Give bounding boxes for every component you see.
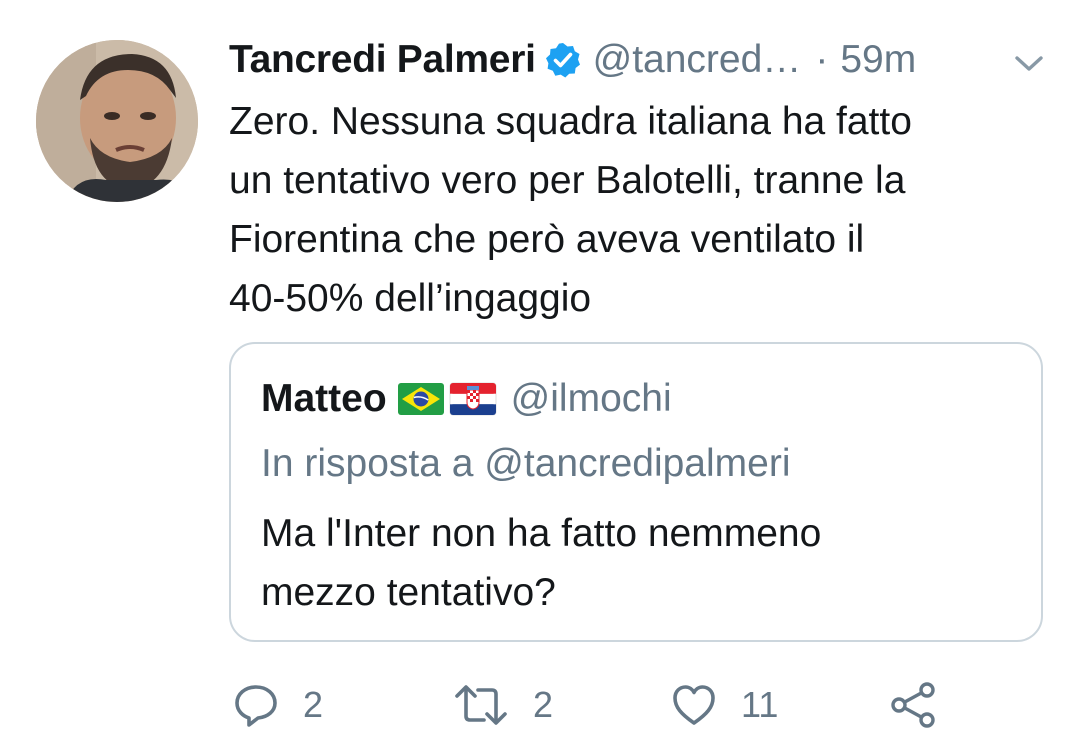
tweet-actions: 2 2 11 [229,680,1049,730]
flag-brazil-icon [397,383,444,415]
quoted-text-line: mezzo tentativo? [261,571,556,614]
reply-count: 2 [303,684,324,725]
quoted-text-line: Ma l'Inter non ha fatto nemmeno [261,512,822,555]
tweet-text-line: un tentativo vero per Balotelli, tranne … [229,159,906,202]
quoted-tweet-text: Ma l'Inter non ha fatto nemmeno mezzo te… [261,504,821,622]
chevron-down-icon[interactable] [1012,50,1046,76]
author-avatar[interactable] [36,40,198,202]
retweet-button[interactable]: 2 [453,680,553,730]
share-button[interactable] [889,680,939,730]
like-button[interactable]: 11 [671,680,778,730]
share-icon [891,682,935,728]
like-count: 11 [741,684,779,725]
verified-badge-icon [545,42,581,78]
tweet-text: Zero. Nessuna squadra italiana ha fatto … [229,92,1049,328]
tweet-text-line: 40-50% dell’ingaggio [229,277,592,320]
reply-icon [235,685,277,727]
flag-croatia-icon [449,382,497,416]
retweet-count: 2 [533,684,554,725]
retweet-icon [455,685,507,725]
quoted-author-handle: @ilmochi [510,377,672,420]
author-handle[interactable]: @tancred… [593,38,802,82]
tweet-timestamp[interactable]: 59m [840,38,916,82]
tweet-header: Tancredi Palmeri @tancred… · 59m [229,36,1049,84]
author-display-name[interactable]: Tancredi Palmeri [229,38,536,82]
quoted-tweet[interactable]: Matteo @ilmochi In risposta a @tancredip… [229,342,1043,642]
reply-button[interactable]: 2 [233,680,323,730]
heart-icon [673,685,715,725]
quoted-author-name: Matteo [261,377,387,420]
reply-context: In risposta a @tancredipalmeri [261,442,791,485]
tweet-text-line: Fiorentina che però aveva ventilato il [229,218,865,261]
tweet-text-line: Zero. Nessuna squadra italiana ha fatto [229,100,912,143]
header-separator: · [815,38,829,81]
quoted-tweet-header: Matteo @ilmochi [261,374,672,424]
